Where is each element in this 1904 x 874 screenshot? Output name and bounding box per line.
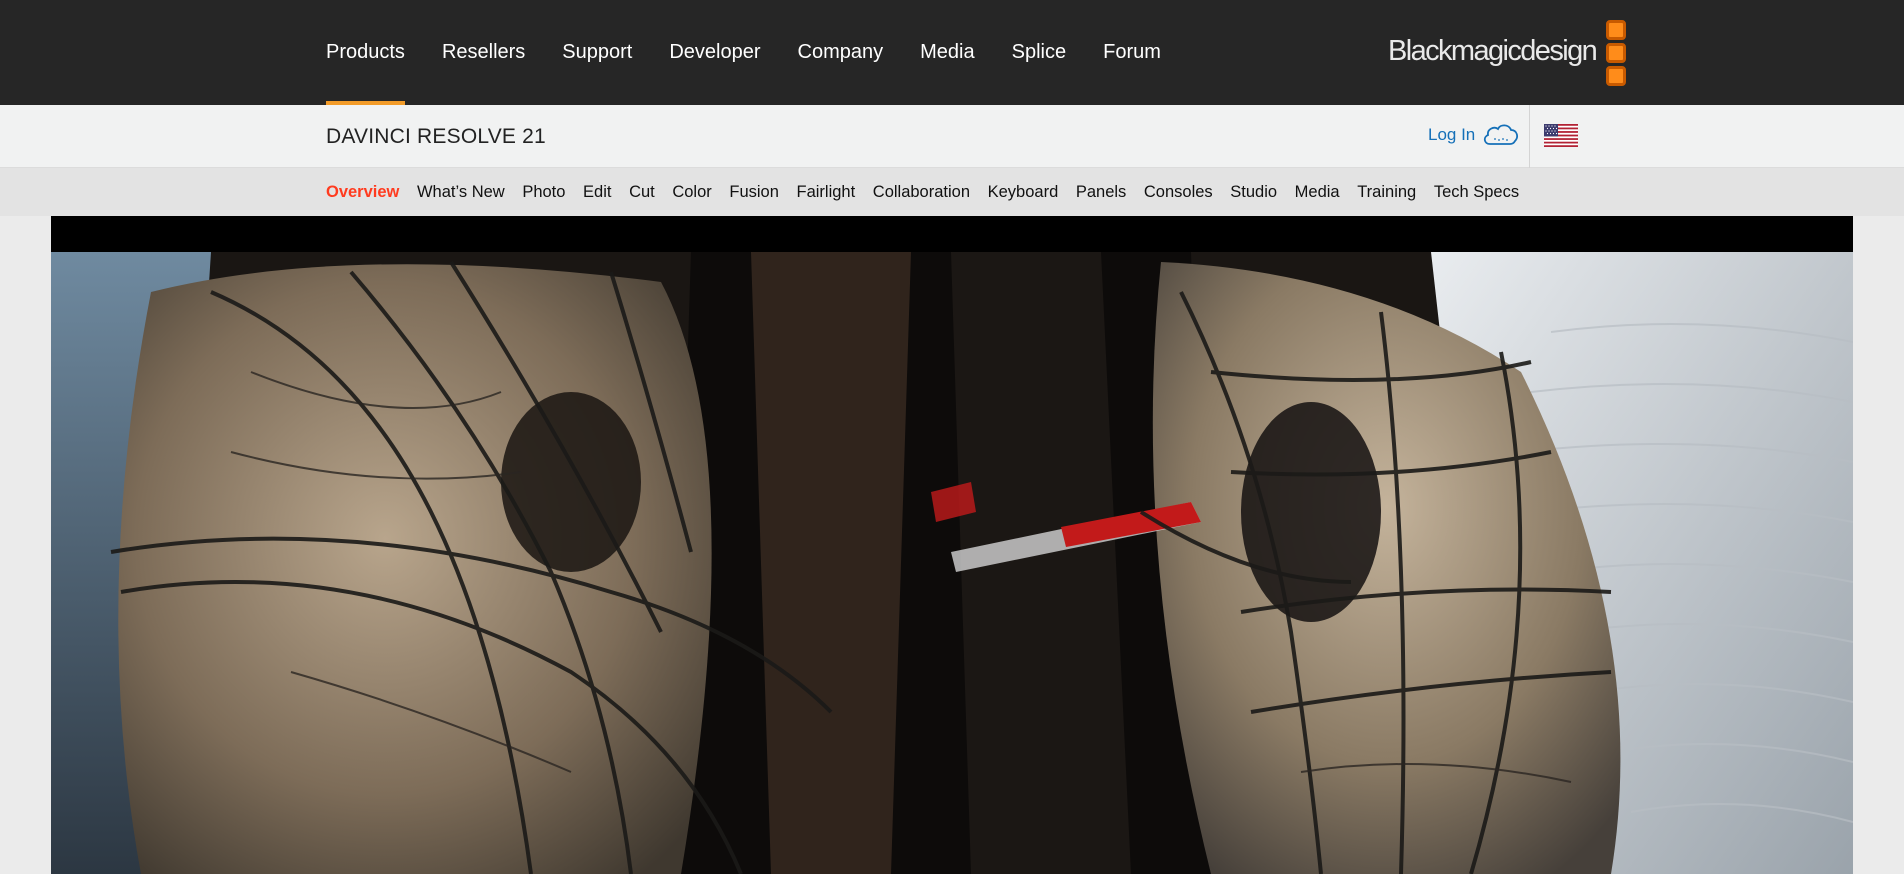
subnav-consoles[interactable]: Consoles: [1144, 183, 1213, 202]
nav-item-media[interactable]: Media: [920, 0, 974, 105]
subnav-panels[interactable]: Panels: [1076, 183, 1126, 202]
subnav-fairlight[interactable]: Fairlight: [797, 183, 856, 202]
divider: [1529, 105, 1530, 168]
subnav-training[interactable]: Training: [1357, 183, 1416, 202]
subnav-overview[interactable]: Overview: [326, 183, 399, 202]
product-subnav: Overview What’s New Photo Edit Cut Color…: [0, 168, 1904, 216]
subnav-keyboard[interactable]: Keyboard: [988, 183, 1059, 202]
us-flag-icon[interactable]: [1544, 124, 1578, 147]
logo-squares-icon: [1606, 20, 1627, 86]
top-navigation-bar: Products Resellers Support Developer Com…: [0, 0, 1904, 105]
subnav-collaboration[interactable]: Collaboration: [873, 183, 970, 202]
login-label: Log In: [1428, 125, 1476, 144]
nav-item-support[interactable]: Support: [562, 0, 632, 105]
subnav-photo[interactable]: Photo: [522, 183, 565, 202]
subnav-tech-specs[interactable]: Tech Specs: [1434, 183, 1519, 202]
nav-item-resellers[interactable]: Resellers: [442, 0, 525, 105]
subnav-cut[interactable]: Cut: [629, 183, 655, 202]
product-bar: DAVINCI RESOLVE 21 Log In: [0, 105, 1904, 168]
logo-text: Blackmagicdesign: [1388, 34, 1598, 67]
cloud-icon: [1481, 122, 1521, 148]
login-link[interactable]: Log In: [1428, 122, 1521, 148]
nav-item-company[interactable]: Company: [798, 0, 884, 105]
subnav-media[interactable]: Media: [1295, 183, 1340, 202]
nav-item-developer[interactable]: Developer: [669, 0, 760, 105]
nav-item-splice[interactable]: Splice: [1012, 0, 1066, 105]
nav-item-products[interactable]: Products: [326, 0, 405, 105]
subnav-studio[interactable]: Studio: [1230, 183, 1277, 202]
main-nav: Products Resellers Support Developer Com…: [326, 0, 1198, 105]
subnav-edit[interactable]: Edit: [583, 183, 611, 202]
subnav-fusion[interactable]: Fusion: [729, 183, 779, 202]
product-title: DAVINCI RESOLVE 21: [326, 125, 546, 148]
hero-letterbox: [51, 216, 1853, 252]
subnav-whats-new[interactable]: What’s New: [417, 183, 505, 202]
hero-image: [51, 252, 1853, 874]
blackmagic-logo[interactable]: Blackmagicdesign: [1388, 19, 1627, 87]
subnav-color[interactable]: Color: [672, 183, 711, 202]
hero-video[interactable]: [51, 216, 1853, 874]
nav-item-forum[interactable]: Forum: [1103, 0, 1161, 105]
